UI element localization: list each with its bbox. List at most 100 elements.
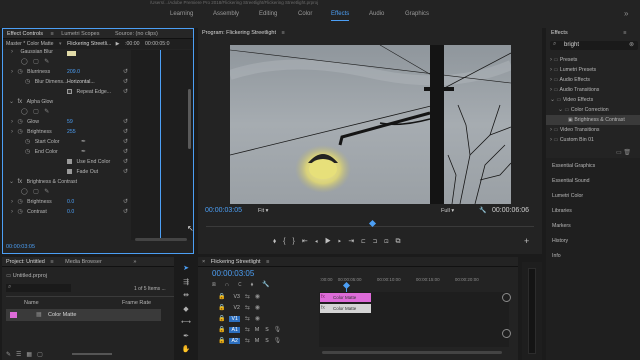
- program-title[interactable]: Program: Flickering Streetlight: [202, 30, 276, 36]
- reset-icon[interactable]: ↺: [123, 117, 128, 127]
- track-select-tool-icon[interactable]: ⇶: [178, 276, 194, 290]
- lock-icon[interactable]: 🔒: [218, 294, 225, 300]
- stopwatch-icon[interactable]: ◷: [17, 119, 22, 125]
- go-to-out-icon[interactable]: ⇥: [348, 238, 361, 245]
- stopwatch-icon[interactable]: ◷: [17, 69, 22, 75]
- tab-source[interactable]: Source: (no clips): [115, 31, 158, 37]
- eyedropper-icon[interactable]: ✒: [81, 137, 86, 147]
- eye-icon[interactable]: ◉: [255, 316, 260, 322]
- stopwatch-icon[interactable]: ◷: [17, 209, 22, 215]
- collapse-icon[interactable]: ⌄: [9, 99, 14, 105]
- close-icon[interactable]: ×: [202, 259, 205, 265]
- essential-graphics-panel[interactable]: Essential Graphics: [552, 161, 595, 171]
- pen-tool-icon[interactable]: ✒: [178, 330, 194, 344]
- bc-brightness-value[interactable]: 0.0: [67, 197, 74, 207]
- tree-item[interactable]: ⌄ ▭ Color Correction: [546, 105, 640, 115]
- contrast-value[interactable]: 0.0: [67, 207, 74, 217]
- reset-icon[interactable]: ↺: [123, 147, 128, 157]
- stopwatch-icon[interactable]: ◷: [17, 199, 22, 205]
- end-color-swatch[interactable]: [67, 51, 76, 56]
- nest-icon[interactable]: ⧈: [212, 282, 225, 288]
- history-panel[interactable]: History: [552, 236, 568, 246]
- tab-menu-icon[interactable]: ≡: [51, 31, 54, 37]
- reset-icon[interactable]: ↺: [123, 77, 128, 87]
- program-timecode[interactable]: 00:00:03:05: [205, 207, 242, 214]
- icon-view-icon[interactable]: ▦: [26, 352, 37, 358]
- play-icon[interactable]: ▶: [325, 238, 338, 245]
- workspace-audio[interactable]: Audio: [369, 11, 384, 17]
- workspace-graphics[interactable]: Graphics: [405, 11, 429, 17]
- workspace-learning[interactable]: Learning: [170, 11, 193, 17]
- effects-title[interactable]: Effects: [551, 30, 568, 36]
- mute-button[interactable]: M: [255, 338, 259, 344]
- timeline-ruler[interactable]: :00:00 00:00:05:00 00:00:10:00 00:00:15:…: [320, 277, 479, 282]
- lock-icon[interactable]: 🔒: [218, 316, 225, 322]
- ec-footer-timecode[interactable]: 00:00:03:05: [6, 244, 35, 250]
- ripple-edit-tool-icon[interactable]: ⇹: [178, 289, 194, 303]
- glow-value[interactable]: 59: [67, 117, 73, 127]
- pen-mask-icon[interactable]: ✎: [44, 109, 49, 115]
- ellipse-mask-icon[interactable]: ◯: [21, 59, 28, 65]
- track-target-v1[interactable]: V1: [229, 316, 240, 322]
- tab-media-browser[interactable]: Media Browser: [65, 259, 102, 265]
- master-clip-label[interactable]: Master * Color Matte: [6, 41, 54, 47]
- lift-icon[interactable]: ⊏: [361, 238, 372, 245]
- settings-icon[interactable]: 🔧: [262, 282, 278, 288]
- solo-button[interactable]: S: [265, 327, 268, 333]
- effects-search-input[interactable]: ⌕ bright ⊗: [550, 41, 638, 50]
- lumetri-color-panel[interactable]: Lumetri Color: [552, 191, 583, 201]
- step-back-icon[interactable]: ◂: [315, 238, 325, 245]
- new-bin-icon[interactable]: ▭ 🗑: [616, 149, 631, 156]
- track-scroll-handle[interactable]: [502, 329, 511, 338]
- mic-icon[interactable]: 🎙: [274, 338, 282, 344]
- list-item[interactable]: ▦ Color Matte: [6, 309, 161, 321]
- rect-mask-icon[interactable]: ▢: [33, 109, 39, 115]
- tab-effect-controls[interactable]: Effect Controls: [7, 31, 43, 37]
- panel-menu-icon[interactable]: ≡: [266, 259, 269, 265]
- ec-scrollbar[interactable]: [188, 89, 191, 149]
- stopwatch-icon[interactable]: ◷: [25, 149, 30, 155]
- tree-item[interactable]: › ▭ Audio Effects: [546, 75, 640, 85]
- panel-menu-icon[interactable]: ≡: [282, 30, 285, 36]
- fade-out-checkbox[interactable]: [67, 169, 72, 175]
- add-marker-icon[interactable]: ⬧: [251, 282, 263, 288]
- solo-button[interactable]: S: [265, 338, 268, 344]
- workspace-effects[interactable]: Effects: [331, 11, 349, 17]
- mark-in-icon[interactable]: {: [283, 238, 292, 245]
- wrench-icon[interactable]: 🔧: [479, 207, 486, 214]
- tree-item[interactable]: › ▭ Lumetri Presets: [546, 65, 640, 75]
- pen-mask-icon[interactable]: ✎: [44, 189, 49, 195]
- lock-icon[interactable]: 🔒: [218, 327, 225, 333]
- collapse-icon[interactable]: ⌄: [9, 179, 14, 185]
- mute-button[interactable]: M: [255, 327, 259, 333]
- expand-icon[interactable]: ›: [11, 199, 13, 205]
- tree-item-selected[interactable]: ▣ Brightness & Contrast: [546, 115, 640, 125]
- razor-tool-icon[interactable]: ◆: [178, 303, 194, 317]
- ec-playhead[interactable]: [160, 50, 161, 240]
- essential-sound-panel[interactable]: Essential Sound: [552, 176, 590, 186]
- blur-dimensions-dropdown[interactable]: Horizontal...: [67, 77, 95, 87]
- hand-tool-icon[interactable]: ✋: [178, 343, 194, 357]
- freeform-view-icon[interactable]: ▢: [37, 352, 48, 358]
- tab-lumetri-scopes[interactable]: Lumetri Scopes: [61, 31, 99, 37]
- clip-color-matte-v3[interactable]: Color Matte: [320, 293, 371, 302]
- clear-search-icon[interactable]: ⊗: [629, 41, 634, 48]
- linked-selection-icon[interactable]: ⊂: [238, 282, 251, 288]
- reset-icon[interactable]: ↺: [123, 87, 128, 97]
- markers-panel[interactable]: Markers: [552, 221, 571, 231]
- stopwatch-icon[interactable]: ◷: [25, 79, 30, 85]
- panel-menu-icon[interactable]: ≡: [50, 259, 53, 265]
- zoom-dropdown[interactable]: Fit ▾: [258, 208, 268, 214]
- column-frame-rate[interactable]: Frame Rate: [122, 300, 151, 306]
- sync-lock-icon[interactable]: ⇆: [245, 338, 250, 344]
- panel-menu-icon[interactable]: ≡: [623, 30, 626, 36]
- reset-icon[interactable]: ↺: [123, 67, 128, 77]
- keyframe-area[interactable]: [131, 50, 193, 240]
- reset-icon[interactable]: ↺: [123, 197, 128, 207]
- mark-out-icon[interactable]: }: [293, 238, 302, 245]
- workspace-assembly[interactable]: Assembly: [213, 11, 239, 17]
- slip-tool-icon[interactable]: ⟷: [178, 316, 194, 330]
- sync-lock-icon[interactable]: ⇆: [245, 316, 250, 322]
- project-search-input[interactable]: ⌕: [6, 284, 71, 292]
- timeline-timecode[interactable]: 00:00:03:05: [212, 269, 254, 278]
